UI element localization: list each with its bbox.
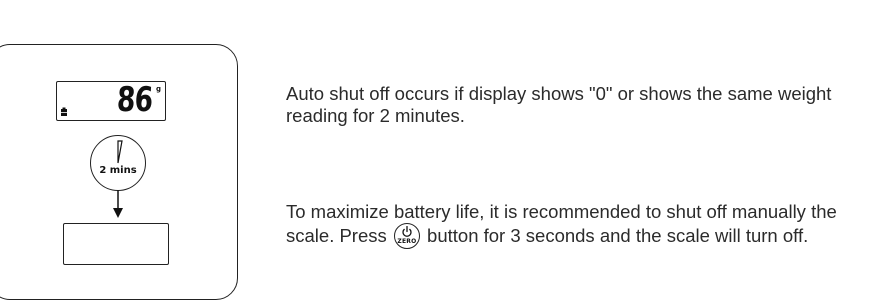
display-reading: 86 bbox=[115, 80, 154, 120]
arrow-down-icon bbox=[113, 190, 123, 218]
zero-button-icon: ZERO bbox=[393, 223, 420, 249]
manual-shutoff-text-end: button for 3 seconds and the scale will … bbox=[427, 225, 809, 246]
blank-display bbox=[63, 223, 169, 265]
display-unit: g bbox=[155, 85, 161, 93]
zero-button-label: ZERO bbox=[397, 238, 417, 245]
timer-label: 2 mins bbox=[99, 165, 137, 176]
manual-shutoff-text: To maximize battery life, it is recommen… bbox=[286, 201, 866, 249]
scale-display: 86 g bbox=[56, 80, 166, 121]
auto-shutoff-text: Auto shut off occurs if display shows "0… bbox=[286, 83, 832, 126]
clock-hand-icon bbox=[117, 140, 123, 164]
timer-icon: 2 mins bbox=[90, 135, 146, 191]
power-icon bbox=[402, 226, 412, 237]
